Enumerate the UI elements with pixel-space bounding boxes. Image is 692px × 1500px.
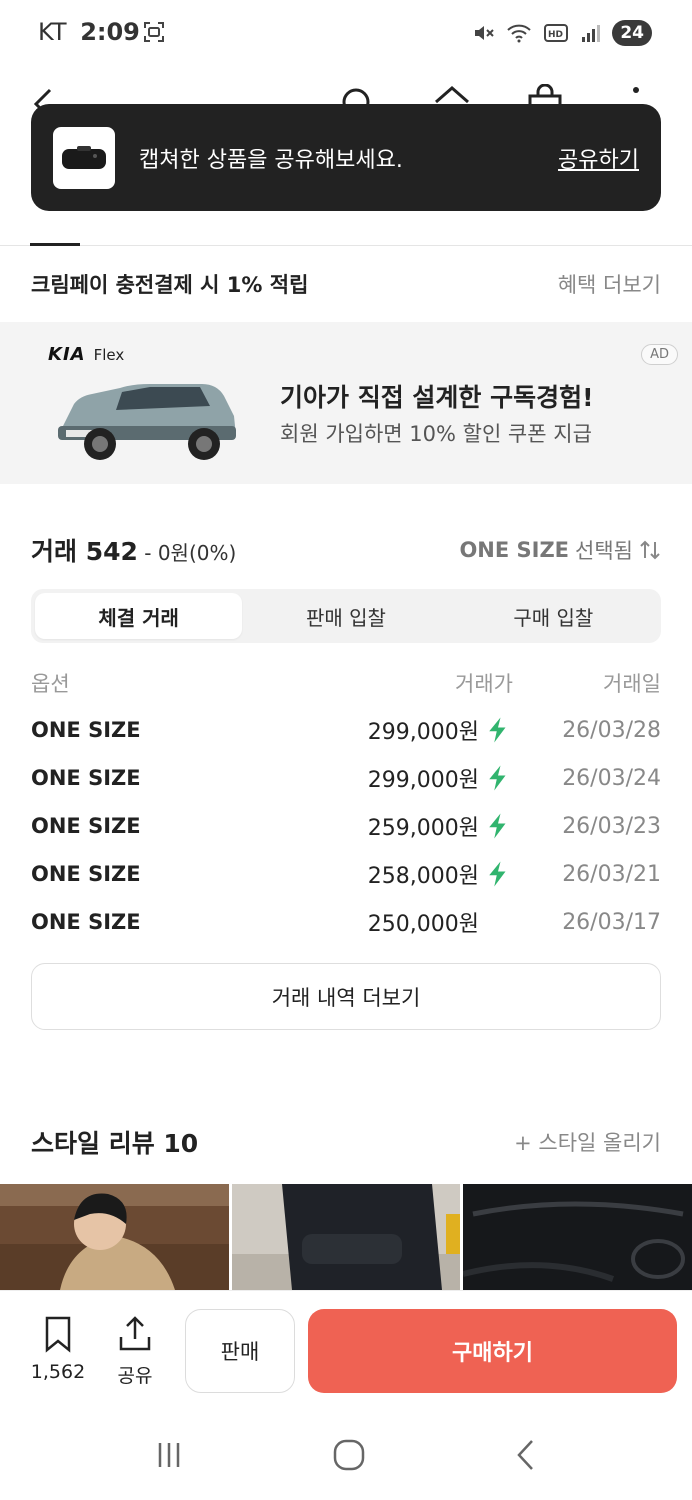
back-nav-icon[interactable]: [514, 1438, 538, 1472]
tab-executed-trades[interactable]: 체결 거래: [35, 593, 243, 639]
benefit-text: 크림페이 충전결제 시 1% 적립: [31, 273, 309, 297]
review-photo[interactable]: [463, 1184, 692, 1290]
table-header: 옵션 거래가 거래일: [31, 660, 661, 706]
selected-suffix: 선택됨: [575, 539, 633, 563]
hd-icon: HD: [544, 24, 569, 42]
trade-header: 거래 542 - 0원(0%) ONE SIZE 선택됨: [31, 530, 661, 570]
row-price-cell: 299,000원: [281, 762, 513, 794]
tab-buy-bids[interactable]: 구매 입찰: [450, 593, 657, 639]
share-icon: [119, 1316, 151, 1351]
bag-product-image: [62, 145, 106, 169]
selected-size: ONE SIZE: [459, 538, 570, 562]
battery-badge: 24: [612, 20, 652, 46]
kia-logo: KIA: [48, 344, 86, 365]
style-upload-link[interactable]: + 스타일 올리기: [514, 1127, 661, 1157]
row-option: ONE SIZE: [31, 862, 141, 886]
row-option: ONE SIZE: [31, 766, 141, 790]
carrier-time: KT 2:09: [38, 18, 140, 46]
screenshot-icon: [144, 22, 164, 42]
ad-sub-brand: Flex: [93, 346, 125, 364]
trade-change: - 0원(0%): [137, 541, 237, 565]
row-date: 26/03/17: [562, 909, 661, 935]
review-photo-image: [0, 1184, 229, 1290]
sell-button[interactable]: 판매: [185, 1309, 295, 1393]
table-row: ONE SIZE 259,000원 26/03/23: [31, 802, 661, 850]
bottom-action-bar: 1,562 공유 판매 구매하기: [0, 1290, 692, 1410]
buy-button[interactable]: 구매하기: [308, 1309, 677, 1393]
svg-text:HD: HD: [548, 30, 563, 40]
style-review-title: 스타일 리뷰 10: [31, 1129, 199, 1158]
row-price-cell: 250,000원: [281, 906, 513, 938]
col-date: 거래일: [603, 672, 661, 696]
recent-apps-icon[interactable]: [154, 1440, 184, 1470]
table-row: ONE SIZE 250,000원 26/03/17: [31, 898, 661, 946]
review-photo-image: [463, 1184, 692, 1290]
review-photo[interactable]: [0, 1184, 229, 1290]
col-price: 거래가: [455, 672, 513, 696]
row-date: 26/03/28: [562, 717, 661, 743]
share-button[interactable]: 공유: [110, 1315, 160, 1388]
size-selector[interactable]: ONE SIZE 선택됨: [459, 535, 661, 565]
review-photo-image: [231, 1184, 461, 1290]
share-label: 공유: [117, 1365, 153, 1387]
row-date: 26/03/24: [562, 765, 661, 791]
table-row: ONE SIZE 299,000원 26/03/24: [31, 754, 661, 802]
row-price: 250,000원: [367, 912, 479, 937]
carrier: KT: [38, 18, 67, 46]
wifi-icon: [507, 24, 532, 43]
ad-badge: AD: [641, 344, 678, 365]
table-row: ONE SIZE 299,000원 26/03/28: [31, 706, 661, 754]
row-price: 299,000원: [367, 768, 479, 793]
ad-banner[interactable]: KIA Flex 기아가 직접 설계한 구독경험! 회원 가입하면 10% 할인…: [0, 322, 692, 484]
bookmark-count: 1,562: [30, 1361, 86, 1383]
trade-title: 거래 542 - 0원(0%): [31, 532, 236, 568]
trade-history-more-button[interactable]: 거래 내역 더보기: [31, 963, 661, 1030]
fast-delivery-icon: [489, 861, 506, 887]
row-option: ONE SIZE: [31, 814, 141, 838]
row-price: 259,000원: [367, 816, 479, 841]
row-date: 26/03/21: [562, 861, 661, 887]
status-icons: HD 24: [472, 18, 652, 48]
fast-delivery-icon: [489, 765, 506, 791]
trade-type-tabs: 체결 거래 판매 입찰 구매 입찰: [31, 589, 661, 643]
ad-brand: KIA Flex: [48, 344, 124, 365]
col-option: 옵션: [31, 672, 70, 696]
system-navigation-bar: [0, 1410, 692, 1500]
car-image: [58, 384, 236, 460]
tab-sell-bids[interactable]: 판매 입찰: [242, 593, 449, 639]
toast-share-link[interactable]: 공유하기: [558, 142, 639, 174]
ad-headline: 기아가 직접 설계한 구독경험!: [280, 383, 594, 412]
row-price-cell: 299,000원: [281, 714, 513, 746]
bookmark-button[interactable]: 1,562: [30, 1315, 86, 1383]
benefit-more-link[interactable]: 혜택 더보기: [558, 269, 661, 299]
row-price: 258,000원: [367, 864, 479, 889]
row-price-cell: 258,000원: [281, 858, 513, 890]
fast-delivery-icon: [489, 717, 506, 743]
table-row: ONE SIZE 258,000원 26/03/21: [31, 850, 661, 898]
toast-message: 캡쳐한 상품을 공유해보세요.: [139, 147, 403, 173]
signal-icon: [582, 25, 601, 42]
fast-delivery-icon: [489, 813, 506, 839]
status-bar: KT 2:09 HD 24: [0, 0, 692, 68]
row-option: ONE SIZE: [31, 718, 141, 742]
row-price-cell: 259,000원: [281, 810, 513, 842]
benefit-row[interactable]: 크림페이 충전결제 시 1% 적립 혜택 더보기: [0, 246, 692, 322]
style-review-header: 스타일 리뷰 10 + 스타일 올리기: [31, 1122, 661, 1162]
trade-table: 옵션 거래가 거래일 ONE SIZE 299,000원 26/03/28 ON…: [31, 660, 661, 946]
row-price: 299,000원: [367, 720, 479, 745]
bookmark-icon: [45, 1316, 71, 1353]
share-capture-toast: 캡쳐한 상품을 공유해보세요. 공유하기: [31, 104, 661, 211]
review-photo[interactable]: [231, 1184, 461, 1290]
trade-count: 거래 542: [31, 537, 138, 566]
clock: 2:09: [80, 18, 140, 46]
style-review-photos: [0, 1184, 692, 1290]
sort-arrows-icon: [640, 540, 660, 560]
ad-subline: 회원 가입하면 10% 할인 쿠폰 지급: [280, 422, 592, 446]
home-nav-icon[interactable]: [332, 1438, 366, 1472]
row-option: ONE SIZE: [31, 910, 141, 934]
row-date: 26/03/23: [562, 813, 661, 839]
mute-icon: [475, 26, 495, 40]
captured-product-thumbnail: [53, 126, 115, 189]
